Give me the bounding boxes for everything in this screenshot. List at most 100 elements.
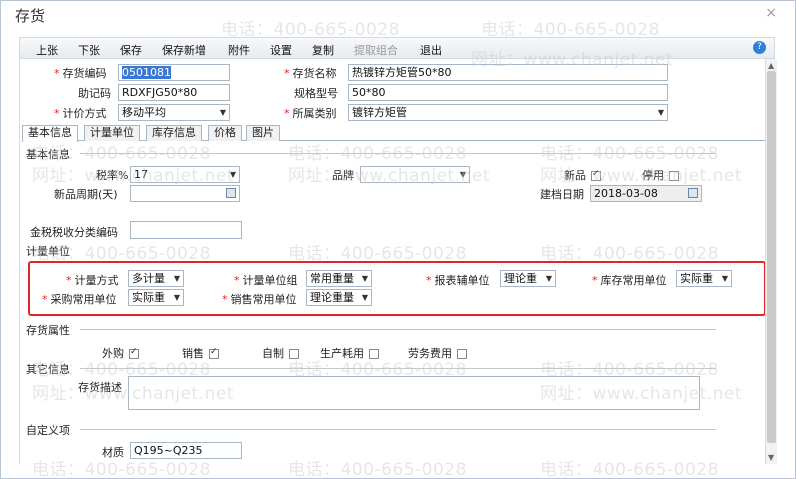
attr-production[interactable]: 生产耗用 bbox=[320, 345, 379, 361]
report-select[interactable]: 理论重 ▼ bbox=[500, 270, 556, 287]
checkbox-purchase[interactable] bbox=[129, 347, 139, 359]
pricing-label: * 计价方式 bbox=[54, 107, 107, 120]
brand-select[interactable]: ▼ bbox=[360, 166, 470, 183]
method-label: * 计量方式 bbox=[66, 274, 119, 287]
purchase-unit-label: * 采购常用单位 bbox=[42, 293, 117, 306]
watermark: 电话：400-665-0028 bbox=[540, 144, 719, 164]
save-button[interactable]: 保存 bbox=[120, 42, 142, 58]
stock-unit-label: * 库存常用单位 bbox=[592, 274, 667, 287]
chevron-down-icon: ▼ bbox=[459, 170, 466, 179]
tab-stock[interactable]: 库存信息 bbox=[146, 125, 202, 141]
units-section-title: 计量单位 bbox=[26, 245, 70, 258]
save-new-button[interactable]: 保存新增 bbox=[162, 42, 206, 58]
category-select[interactable]: 镀锌方矩管 ▼ bbox=[348, 104, 668, 121]
chevron-down-icon: ▼ bbox=[173, 274, 180, 283]
custom-section-title: 自定义项 bbox=[26, 424, 70, 437]
divider bbox=[80, 429, 716, 430]
group-select[interactable]: 常用重量 ▼ bbox=[306, 270, 372, 287]
new-checkbox[interactable]: 新品 bbox=[564, 167, 601, 183]
stock-unit-select[interactable]: 实际重 ▼ bbox=[676, 270, 732, 287]
calendar-icon[interactable] bbox=[688, 188, 698, 198]
chevron-down-icon: ▼ bbox=[721, 274, 728, 283]
toolbar: 上张 下张 保存 保存新增 附件 设置 复制 提取组合 退出 ? bbox=[19, 37, 775, 59]
copy-button[interactable]: 复制 bbox=[312, 42, 334, 58]
tab-bar: 基本信息 计量单位 库存信息 价格 图片 bbox=[22, 125, 766, 142]
spec-input[interactable]: 50*80 bbox=[348, 84, 668, 101]
divider bbox=[80, 368, 716, 369]
checkbox-disabled[interactable] bbox=[669, 171, 679, 181]
calendar-icon[interactable] bbox=[226, 188, 236, 198]
checkbox-new[interactable] bbox=[591, 169, 601, 181]
name-input[interactable]: 热镀锌方矩管50*80 bbox=[348, 64, 668, 81]
chevron-down-icon: ▼ bbox=[361, 293, 368, 302]
chevron-down-icon: ▼ bbox=[657, 108, 664, 117]
tax-label: 税率% bbox=[96, 169, 129, 182]
chevron-down-icon: ▼ bbox=[219, 108, 226, 117]
sales-unit-label: * 销售常用单位 bbox=[222, 293, 297, 306]
desc-label: 存货描述 bbox=[78, 381, 122, 394]
watermark: 电话：400-665-0028 bbox=[540, 460, 719, 479]
chevron-down-icon: ▼ bbox=[545, 274, 552, 283]
next-button[interactable]: 下张 bbox=[78, 42, 100, 58]
tab-basic[interactable]: 基本信息 bbox=[22, 125, 78, 142]
vertical-scrollbar[interactable]: ▲ ▼ bbox=[765, 59, 777, 464]
tab-images[interactable]: 图片 bbox=[246, 125, 280, 141]
prev-button[interactable]: 上张 bbox=[36, 42, 58, 58]
mnemonic-label: 助记码 bbox=[78, 87, 111, 100]
scroll-down-icon[interactable]: ▼ bbox=[768, 453, 774, 462]
divider bbox=[80, 153, 716, 154]
chevron-down-icon: ▼ bbox=[229, 170, 236, 179]
attr-purchase[interactable]: 外购 bbox=[102, 345, 139, 361]
taxcode-input[interactable] bbox=[130, 221, 242, 239]
desc-textarea[interactable] bbox=[128, 376, 700, 410]
chevron-down-icon: ▼ bbox=[173, 293, 180, 302]
material-label: 材质 bbox=[102, 446, 124, 459]
purchase-unit-select[interactable]: 实际重 ▼ bbox=[128, 289, 184, 306]
attr-selfmade[interactable]: 自制 bbox=[262, 345, 299, 361]
checkbox-selfmade[interactable] bbox=[289, 349, 299, 359]
checkbox-service[interactable] bbox=[457, 349, 467, 359]
cycle-label: 新品周期(天) bbox=[54, 188, 118, 201]
material-input[interactable]: Q195~Q235 bbox=[130, 442, 242, 459]
code-label: * 存货编码 bbox=[54, 67, 107, 80]
group-label: * 计量单位组 bbox=[234, 274, 298, 287]
inventory-window: 存货 × 上张 下张 保存 保存新增 附件 设置 复制 提取组合 退出 ? * 存… bbox=[0, 0, 796, 479]
code-input[interactable]: 0501081 bbox=[118, 64, 230, 81]
checkbox-production[interactable] bbox=[369, 349, 379, 359]
watermark: 电话：400-665-0028 bbox=[288, 144, 467, 164]
other-section-title: 其它信息 bbox=[26, 363, 70, 376]
created-date-input[interactable]: 2018-03-08 bbox=[590, 185, 702, 202]
attr-service[interactable]: 劳务费用 bbox=[408, 345, 467, 361]
tab-units[interactable]: 计量单位 bbox=[84, 125, 140, 141]
checkbox-sales[interactable] bbox=[209, 347, 219, 359]
report-label: * 报表辅单位 bbox=[426, 274, 490, 287]
window-title: 存货 bbox=[15, 7, 46, 25]
extract-combo-button[interactable]: 提取组合 bbox=[354, 42, 398, 58]
tax-select[interactable]: 17 ▼ bbox=[130, 166, 240, 183]
help-icon[interactable]: ? bbox=[753, 41, 766, 54]
attr-sales[interactable]: 销售 bbox=[182, 345, 219, 361]
exit-button[interactable]: 退出 bbox=[420, 42, 442, 58]
created-label: 建档日期 bbox=[540, 188, 584, 201]
chevron-down-icon: ▼ bbox=[361, 274, 368, 283]
mnemonic-input[interactable]: RDXFJG50*80 bbox=[118, 84, 230, 101]
disabled-checkbox[interactable]: 停用 bbox=[642, 167, 679, 183]
scroll-up-icon[interactable]: ▲ bbox=[768, 61, 774, 70]
title-bar: 存货 × bbox=[1, 1, 795, 27]
attributes-section-title: 存货属性 bbox=[26, 324, 70, 337]
divider bbox=[80, 329, 716, 330]
cycle-input[interactable] bbox=[130, 185, 240, 202]
form-content: * 存货编码 0501081 * 存货名称 热镀锌方矩管50*80 助记码 RDXF… bbox=[19, 59, 766, 479]
settings-button[interactable]: 设置 bbox=[270, 42, 292, 58]
attachment-button[interactable]: 附件 bbox=[228, 42, 250, 58]
name-label: * 存货名称 bbox=[284, 67, 337, 80]
taxcode-label: 金税税收分类编码 bbox=[30, 226, 118, 239]
scroll-thumb[interactable] bbox=[767, 71, 776, 443]
pricing-select[interactable]: 移动平均 ▼ bbox=[118, 104, 230, 121]
spec-label: 规格型号 bbox=[294, 87, 338, 100]
watermark: 电话：400-665-0028 bbox=[288, 460, 467, 479]
close-icon[interactable]: × bbox=[765, 5, 777, 21]
method-select[interactable]: 多计量 ▼ bbox=[128, 270, 184, 287]
tab-price[interactable]: 价格 bbox=[208, 125, 242, 141]
sales-unit-select[interactable]: 理论重量 ▼ bbox=[306, 289, 372, 306]
